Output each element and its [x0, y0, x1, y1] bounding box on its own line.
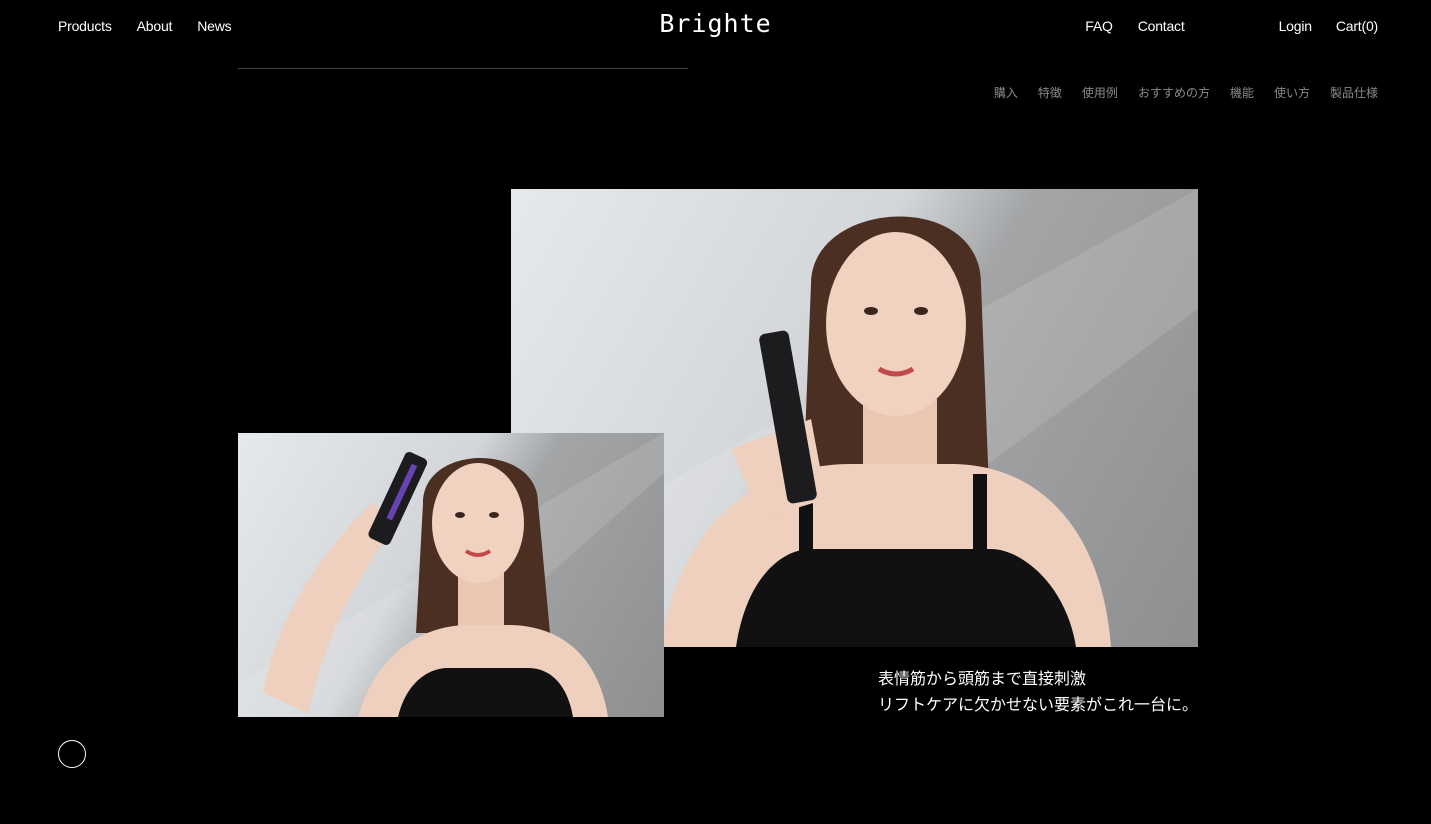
main-nav-right: FAQ Contact Login Cart(0)	[1085, 18, 1378, 34]
subnav-use-cases[interactable]: 使用例	[1082, 84, 1118, 101]
nav-faq[interactable]: FAQ	[1085, 18, 1113, 34]
nav-contact[interactable]: Contact	[1138, 18, 1185, 34]
section-subnav: 購入 特徴 使用例 おすすめの方 機能 使い方 製品仕様	[994, 84, 1378, 101]
nav-login[interactable]: Login	[1279, 18, 1312, 34]
subnav-recommended[interactable]: おすすめの方	[1138, 84, 1210, 101]
nav-cart[interactable]: Cart(0)	[1336, 18, 1378, 34]
subnav-purchase[interactable]: 購入	[994, 84, 1018, 101]
feature-caption: 表情筋から頭筋まで直接刺激 リフトケアに欠かせない要素がこれ一台に。	[878, 667, 1198, 719]
circle-indicator-button[interactable]	[58, 740, 86, 768]
subnav-how-to-use[interactable]: 使い方	[1274, 84, 1310, 101]
product-photo-small	[238, 433, 664, 717]
subnav-specs[interactable]: 製品仕様	[1330, 84, 1378, 101]
caption-line-2: リフトケアに欠かせない要素がこれ一台に。	[878, 697, 1199, 714]
header-divider	[238, 68, 688, 69]
model-illustration-scalp	[238, 433, 664, 717]
caption-line-1: 表情筋から頭筋まで直接刺激	[878, 671, 1087, 688]
subnav-features[interactable]: 特徴	[1038, 84, 1062, 101]
subnav-functions[interactable]: 機能	[1230, 84, 1254, 101]
